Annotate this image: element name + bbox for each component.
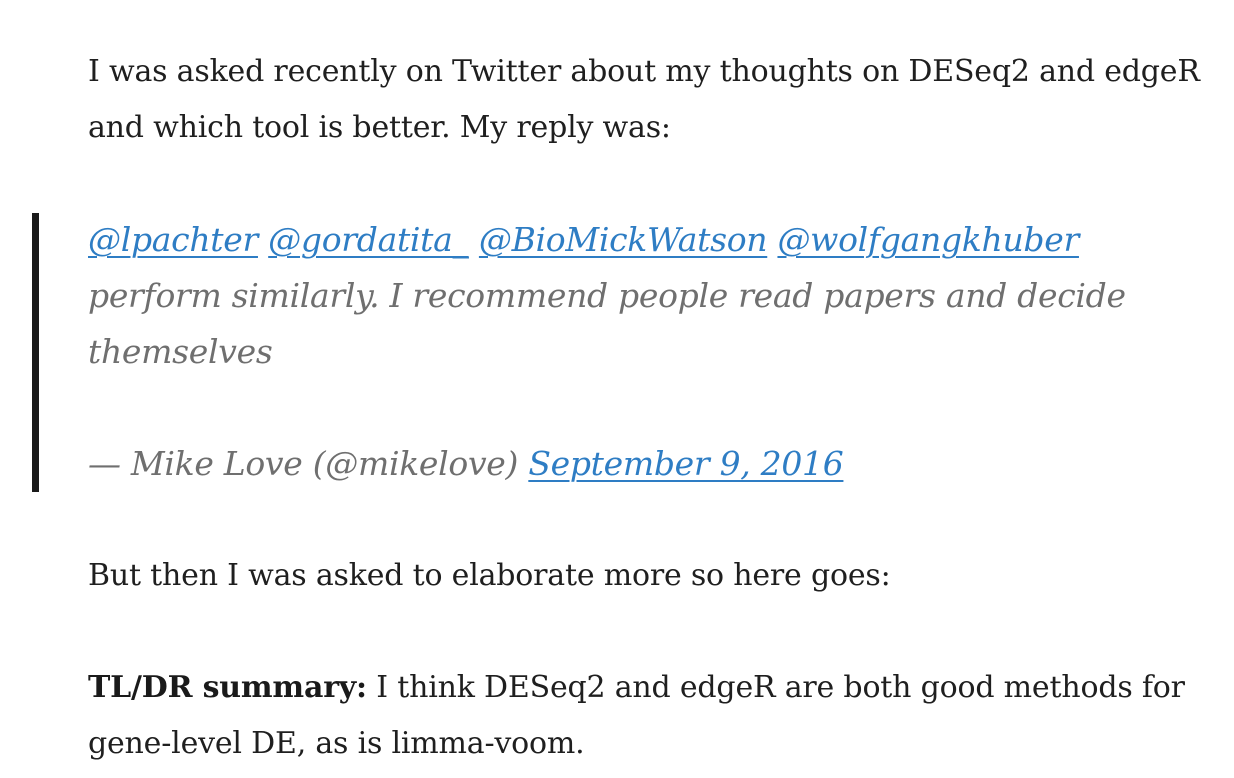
mention-link-lpachter[interactable]: @lpachter	[88, 220, 258, 259]
blockquote-border	[32, 213, 39, 492]
intro-paragraph: I was asked recently on Twitter about my…	[88, 54, 1200, 145]
tldr-paragraph: TL/DR summary: I think DESeq2 and edgeR …	[88, 660, 1208, 772]
tweet-attribution: — Mike Love (@mikelove) September 9, 201…	[88, 436, 1213, 492]
elaborate-paragraph: But then I was asked to elaborate more s…	[88, 558, 891, 593]
mention-link-biomickwatson[interactable]: @BioMickWatson	[479, 220, 768, 259]
article-body: I was asked recently on Twitter about my…	[0, 0, 1234, 778]
tweet-text: @lpachter @gordatita_ @BioMickWatson @wo…	[88, 212, 1213, 380]
tweet-body-text: perform similarly. I recommend people re…	[88, 276, 1126, 371]
mention-link-wolfgangkhuber[interactable]: @wolfgangkhuber	[777, 220, 1079, 259]
tweet-date-link[interactable]: September 9, 2016	[528, 444, 843, 483]
mention-link-gordatita[interactable]: @gordatita_	[268, 220, 469, 259]
tldr-label: TL/DR summary:	[88, 670, 367, 705]
tweet-author: — Mike Love (@mikelove)	[88, 444, 519, 483]
embedded-tweet: @lpachter @gordatita_ @BioMickWatson @wo…	[88, 212, 1213, 492]
